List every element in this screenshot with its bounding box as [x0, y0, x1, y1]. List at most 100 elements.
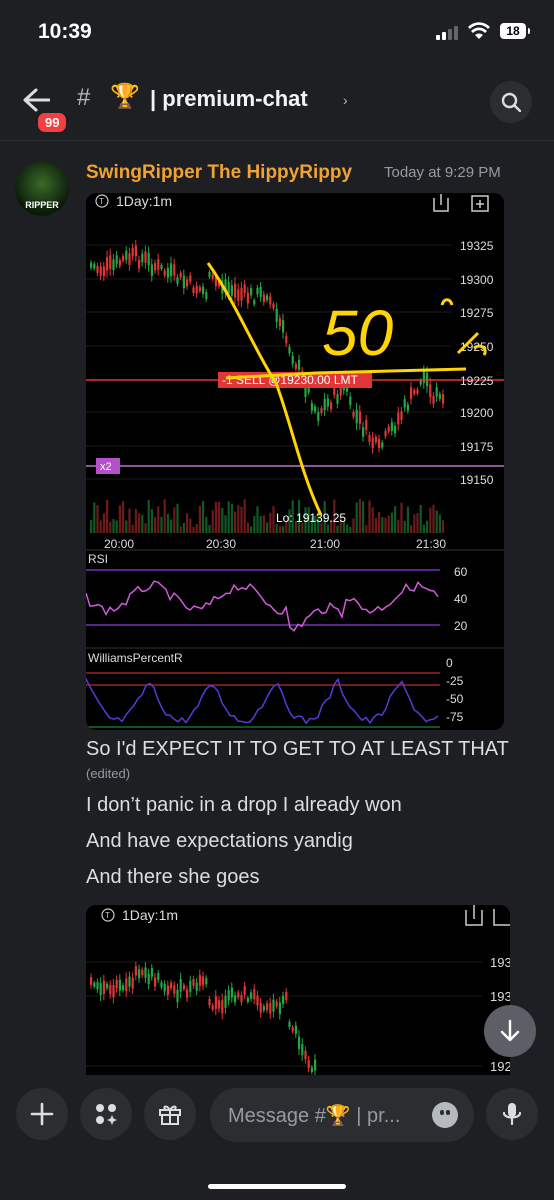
candle-body [266, 295, 269, 301]
candle-body [362, 427, 365, 437]
candle-body [240, 287, 243, 301]
candle-body [179, 979, 182, 992]
add-alert-icon[interactable] [493, 909, 510, 926]
channel-title[interactable]: | premium-chat [150, 86, 308, 112]
clock: 10:39 [38, 20, 92, 43]
candle-body [410, 387, 413, 399]
candle-body [189, 275, 192, 282]
candle-body [166, 267, 169, 278]
candle-body [90, 977, 93, 985]
volume-bar [115, 520, 118, 533]
volume-bar [202, 500, 205, 533]
share-icon[interactable] [433, 194, 449, 212]
message-input[interactable] [226, 1100, 420, 1132]
volume-bar [128, 508, 131, 533]
candle-body [384, 430, 387, 437]
candle-body [160, 264, 163, 269]
candle-body [208, 998, 211, 1006]
candle-body [246, 997, 249, 1002]
volume-bar [326, 524, 329, 533]
back-arrow-icon[interactable] [22, 88, 50, 112]
price-tick-label: 19300 [490, 989, 510, 1004]
candle-body [125, 250, 128, 260]
volume-bar [195, 523, 198, 533]
chart-image-attachment[interactable]: T 1Day:1m -1 SELL @19230.00 LMT x2 Lo: 1… [86, 193, 504, 730]
rsi-line [86, 580, 439, 632]
volume-bar [426, 520, 429, 533]
candle-body [371, 437, 374, 449]
avatar[interactable]: RIPPER [15, 162, 69, 216]
candle-body [96, 266, 99, 273]
add-alert-icon[interactable] [471, 195, 489, 212]
candle-body [282, 319, 285, 333]
share-icon[interactable] [465, 905, 483, 926]
volume-bar [176, 503, 179, 533]
candle-body [93, 982, 96, 987]
volume-bar [131, 524, 134, 533]
volume-bar [208, 525, 211, 533]
message-input-container[interactable] [210, 1088, 474, 1142]
candle-body [262, 294, 265, 302]
volume-bar [157, 506, 160, 533]
volume-bar [416, 513, 419, 533]
home-indicator [208, 1184, 346, 1189]
volume-bar [336, 525, 339, 533]
candle-body [131, 977, 134, 989]
apps-button[interactable] [80, 1088, 132, 1140]
candle-body [115, 255, 118, 264]
volume-bar [406, 506, 409, 533]
chart-image-attachment[interactable]: T 1Day:1m 19325 19300 19250 [86, 905, 510, 1075]
candle-body [195, 285, 198, 294]
candle-body [301, 1043, 304, 1056]
candle-body [397, 412, 400, 425]
voice-message-button[interactable] [486, 1088, 538, 1140]
candle-body [189, 980, 192, 992]
candle-body [202, 976, 205, 986]
volume-bar [352, 518, 355, 533]
candle-body [122, 985, 125, 991]
volume-bar [106, 499, 109, 533]
volume-bar [275, 524, 278, 533]
gift-button[interactable] [144, 1088, 196, 1140]
candle-body [253, 300, 256, 305]
message-line: And there she goes [86, 866, 260, 888]
candle-body [304, 1050, 307, 1060]
price-tick-label: 19325 [460, 239, 494, 253]
candle-body [128, 976, 131, 987]
search-button[interactable] [490, 81, 532, 123]
candle-body [429, 384, 432, 398]
scroll-to-bottom-button[interactable] [484, 1005, 536, 1057]
volume-bar [349, 526, 352, 533]
rsi-label: RSI [88, 552, 108, 566]
candle-body [102, 266, 105, 277]
candle-body [326, 398, 329, 407]
candle-body [310, 1067, 313, 1073]
author-name[interactable]: SwingRipper The HippyRippy [86, 162, 352, 184]
candle-body [320, 408, 323, 414]
microphone-icon [502, 1103, 522, 1126]
chevron-right-icon[interactable]: › [343, 92, 348, 108]
price-tick-label: 19175 [460, 440, 494, 454]
add-attachment-button[interactable] [16, 1088, 68, 1140]
candle-body [438, 393, 441, 399]
status-bar: 10:39 18 [0, 0, 554, 64]
volume-bar [435, 510, 438, 533]
candle-body [237, 289, 240, 301]
candle-body [400, 411, 403, 420]
svg-text:T: T [99, 197, 104, 206]
candle-body [435, 387, 438, 397]
volume-bar [109, 521, 112, 533]
candle-body [230, 285, 233, 296]
gift-icon [159, 1105, 181, 1125]
candle-body [154, 263, 157, 271]
cellular-signal-icon [436, 26, 458, 40]
candle-body [182, 275, 185, 289]
volume-bar [387, 515, 390, 533]
volume-bar [272, 506, 275, 533]
emoji-icon[interactable] [432, 1102, 458, 1128]
volume-bar [237, 505, 240, 533]
volume-bar [150, 509, 153, 533]
candle-body [160, 982, 163, 988]
candle-body [195, 982, 198, 991]
candle-body [141, 969, 144, 976]
